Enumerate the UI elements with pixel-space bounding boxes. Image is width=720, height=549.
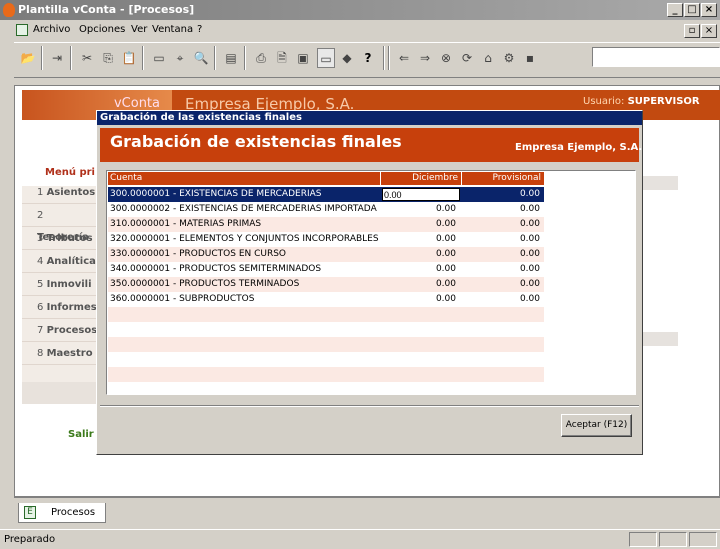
sidebar-item-tributos[interactable]: 3 Tributos xyxy=(22,228,98,250)
mdi-close-button[interactable]: × xyxy=(701,24,717,38)
search-icon[interactable]: 🔍 xyxy=(192,48,210,68)
tab-bar xyxy=(14,497,720,521)
layout-icon[interactable]: ▣ xyxy=(294,48,312,68)
window-icon[interactable]: ▭ xyxy=(150,48,168,68)
toolbar-separator xyxy=(244,46,246,70)
menu-archivo[interactable]: Archivo xyxy=(33,23,70,37)
sidebar-item-tesoreria[interactable]: 2 Tesorería xyxy=(22,205,98,243)
maximize-button[interactable]: □ xyxy=(684,3,700,17)
paste-icon[interactable]: 📋 xyxy=(120,48,138,68)
status-panel xyxy=(659,532,687,547)
toolbar-separator xyxy=(214,46,216,70)
table-row-empty xyxy=(108,352,544,367)
column-header-cuenta[interactable]: Cuenta xyxy=(108,172,380,185)
column-header-provisional[interactable]: Provisional xyxy=(462,172,544,185)
sidebar-item-asientos[interactable]: 1 Asientos xyxy=(22,182,98,204)
toolbar-separator xyxy=(383,46,385,70)
forward-icon[interactable]: ⇒ xyxy=(416,48,434,68)
mdi-restore-button[interactable]: ▫ xyxy=(684,24,700,38)
table-row[interactable]: 340.0000001 - PRODUCTOS SEMITERMINADOS 0.… xyxy=(108,262,544,277)
app-icon xyxy=(3,3,15,17)
menu-opciones[interactable]: Opciones xyxy=(79,23,125,37)
window-title: Plantilla vConta - [Procesos] xyxy=(0,0,720,20)
dialog-banner-title: Grabación de existencias finales xyxy=(110,132,402,151)
status-panel xyxy=(689,532,717,547)
table-row-empty xyxy=(108,337,544,352)
table-row[interactable]: 310.0000001 - MATERIAS PRIMAS 0.00 0.00 xyxy=(108,217,544,232)
table-row[interactable]: 320.0000001 - ELEMENTOS Y CONJUNTOS INCO… xyxy=(108,232,544,247)
close-button[interactable]: × xyxy=(701,3,717,17)
report-icon[interactable]: ▤ xyxy=(222,48,240,68)
exit-icon[interactable]: ⇥ xyxy=(48,48,66,68)
cut-icon[interactable]: ✂ xyxy=(78,48,96,68)
toolbar-separator xyxy=(70,46,72,70)
find-icon[interactable]: ⌖ xyxy=(171,48,189,68)
dialog-banner-company: Empresa Ejemplo, S.A. xyxy=(515,142,643,153)
minimize-button[interactable]: _ xyxy=(667,3,683,17)
open-icon[interactable]: 📂 xyxy=(19,48,37,68)
preview-icon[interactable]: 🗎 xyxy=(273,48,291,68)
diamond-icon[interactable]: ◆ xyxy=(338,48,356,68)
exit-link[interactable]: Salir xyxy=(68,429,94,440)
table-row[interactable]: 300.0000002 - EXISTENCIAS DE MERCADERIAS… xyxy=(108,202,544,217)
sidebar-menu-title: Menú pri xyxy=(45,167,95,178)
header-user: Usuario: SUPERVISOR xyxy=(583,96,700,107)
column-header-diciembre[interactable]: Diciembre xyxy=(381,172,461,185)
sidebar-item-informes[interactable]: 6 Informes xyxy=(22,297,98,319)
menu-ver[interactable]: Ver xyxy=(131,23,147,37)
copy-icon[interactable]: ⎘ xyxy=(99,48,117,68)
dialog-title[interactable]: Grabación de las existencias finales xyxy=(97,111,642,125)
sidebar-item-analitica[interactable]: 4 Analítica xyxy=(22,251,98,273)
stop-icon[interactable]: ⊗ xyxy=(437,48,455,68)
table-row[interactable]: 300.0000001 - EXISTENCIAS DE MERCADERIAS… xyxy=(108,187,544,202)
table-row-empty xyxy=(108,367,544,382)
diciembre-edit-input[interactable] xyxy=(382,188,460,201)
status-text: Preparado xyxy=(4,534,56,545)
screen-icon[interactable]: ▭ xyxy=(317,48,335,68)
help-icon[interactable]: ? xyxy=(359,48,377,68)
toolbar-separator xyxy=(142,46,144,70)
print-icon[interactable]: ⎙ xyxy=(252,48,270,68)
status-bar xyxy=(0,529,720,549)
menu-ventana[interactable]: Ventana xyxy=(152,23,193,37)
sidebar-item-procesos[interactable]: 7 Procesos xyxy=(22,320,98,342)
sidebar-item-inmovilizado[interactable]: 5 Inmovili xyxy=(22,274,98,296)
sidebar-item-maestros[interactable]: 8 Maestro xyxy=(22,343,98,365)
status-panel xyxy=(629,532,657,547)
document-icon xyxy=(16,24,28,36)
table-row[interactable]: 330.0000001 - PRODUCTOS EN CURSO 0.00 0.00 xyxy=(108,247,544,262)
dialog-separator xyxy=(100,405,639,407)
tools-icon[interactable]: ⚙ xyxy=(500,48,518,68)
table-row-empty xyxy=(108,307,544,322)
menu-help[interactable]: ? xyxy=(197,23,202,37)
toolbar-separator xyxy=(41,46,43,70)
back-icon[interactable]: ⇐ xyxy=(395,48,413,68)
sidebar-footer-bar xyxy=(22,382,98,404)
table-row[interactable]: 350.0000001 - PRODUCTOS TERMINADOS 0.00 0.… xyxy=(108,277,544,292)
address-input[interactable] xyxy=(592,47,720,67)
table-row-empty xyxy=(108,322,544,337)
table-row[interactable]: 360.0000001 - SUBPRODUCTOS 0.00 0.00 xyxy=(108,292,544,307)
toolbar-separator xyxy=(388,46,390,70)
bookmark-icon[interactable]: ▪ xyxy=(521,48,539,68)
accept-button[interactable]: Aceptar (F12) xyxy=(561,414,632,437)
refresh-icon[interactable]: ⟳ xyxy=(458,48,476,68)
home-icon[interactable]: ⌂ xyxy=(479,48,497,68)
tab-document-icon: E xyxy=(24,506,36,519)
